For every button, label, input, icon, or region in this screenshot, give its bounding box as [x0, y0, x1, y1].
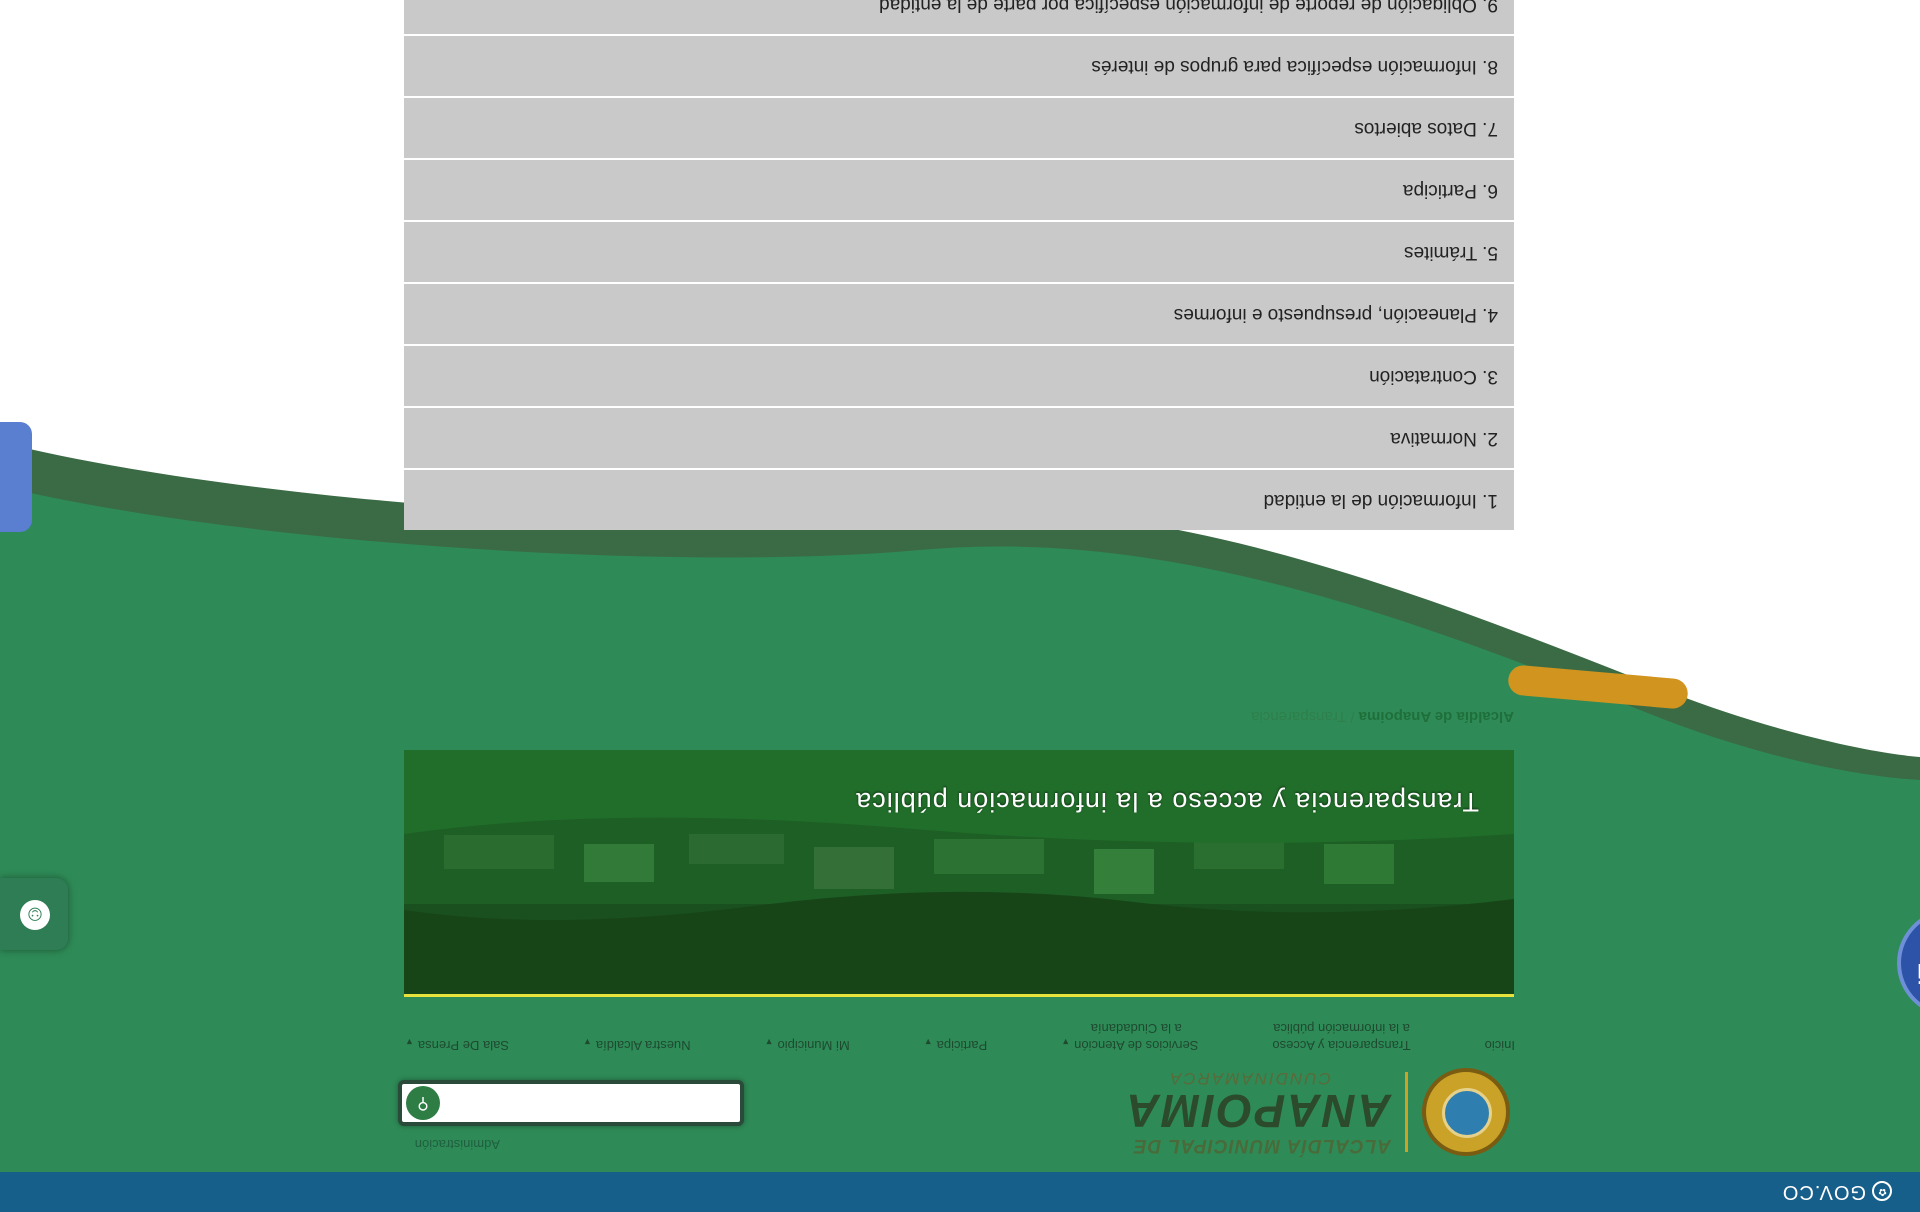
search-box[interactable]: ⚲ [398, 1080, 744, 1126]
caret-down-icon: ▼ [405, 1037, 414, 1047]
nav-item-label: Nuestra Alcaldía [595, 1038, 691, 1053]
gov-bar: ✿ GOV.CO [0, 1172, 1920, 1212]
breadcrumb-home-link[interactable]: Alcaldía de Anapoima [1359, 708, 1514, 725]
accordion-item[interactable]: 4. Planeación, presupuesto e informes [404, 282, 1514, 344]
nav-item-label: Inicio [1484, 1038, 1515, 1053]
accordion-item[interactable]: 9. Obligación de reporte de información … [404, 0, 1514, 34]
breadcrumb-current: Transparencia [1251, 708, 1347, 725]
caret-down-icon: ▼ [1061, 1037, 1071, 1047]
nav-item-label: Sala De Prensa [417, 1038, 509, 1053]
nav-item-mi-municipio[interactable]: Mi Municipio ▼ [765, 1033, 850, 1054]
accessibility-icon: ☺ [20, 900, 50, 930]
page: ✿ GOV.CO ALCALDÍA MUNICIPAL DE ANAPOIMA … [0, 0, 1920, 1212]
search-icon[interactable]: ⚲ [406, 1086, 440, 1120]
banner-title: Transparencia y acceso a la información … [855, 787, 1479, 817]
nav-item-nuestra-alcaldia[interactable]: Nuestra Alcaldía ▼ [583, 1033, 691, 1054]
caret-down-icon: ▼ [582, 1037, 592, 1047]
accordion-item[interactable]: 5. Trámites [404, 220, 1514, 282]
admin-link[interactable]: Administración [415, 1137, 500, 1152]
nav-item-label: Servicios de Atención a la Ciudadanía [1074, 1021, 1199, 1053]
gov-shield-icon: ✿ [1872, 1181, 1892, 1202]
govco-label: GOV.CO [1781, 1181, 1866, 1203]
side-tab[interactable] [0, 422, 32, 532]
caret-down-icon: ▼ [923, 1037, 933, 1047]
nav-item-inicio[interactable]: Inicio [1485, 1037, 1515, 1054]
logo-text: ALCALDÍA MUNICIPAL DE ANAPOIMA CUNDINAMA… [1125, 1068, 1391, 1156]
logo-line-2: ANAPOIMA [1124, 1085, 1391, 1137]
govco-logo[interactable]: ✿ GOV.CO [1782, 1180, 1892, 1203]
logo-line-1: ALCALDÍA MUNICIPAL DE [1132, 1135, 1391, 1156]
nav-item-participa[interactable]: Participa ▼ [924, 1033, 988, 1054]
nav-item-label: Mi Municipio [777, 1038, 850, 1053]
tramiapp-line-2: trámi [1901, 958, 1920, 989]
nav-item-label: Transparencia y Acceso a la información … [1272, 1021, 1411, 1053]
accordion-item[interactable]: 3. Contratación [404, 344, 1514, 406]
breadcrumb: Alcaldía de Anapoima / Transparencia [1251, 708, 1514, 725]
nav-item-servicios[interactable]: Servicios de Atención a la Ciudadanía ▼ [1061, 1020, 1198, 1054]
municipal-seal-icon [1422, 1068, 1510, 1156]
accessibility-button[interactable]: ☺ [0, 878, 68, 950]
accordion-item[interactable]: 6. Participa [404, 158, 1514, 220]
main-nav: Inicio Transparencia y Acceso a la infor… [405, 1020, 1515, 1054]
nav-item-transparencia[interactable]: Transparencia y Acceso a la información … [1272, 1020, 1410, 1054]
accordion-item[interactable]: 8. Información específica para grupos de… [404, 34, 1514, 96]
accordion-item[interactable]: 1. Información de la entidad [404, 468, 1514, 530]
accordion-item[interactable]: 7. Datos abiertos [404, 96, 1514, 158]
breadcrumb-separator: / [1346, 708, 1359, 725]
site-logo[interactable]: ALCALDÍA MUNICIPAL DE ANAPOIMA CUNDINAMA… [1125, 1068, 1510, 1156]
nav-item-sala-de-prensa[interactable]: Sala De Prensa ▼ [405, 1033, 509, 1054]
caret-down-icon: ▼ [764, 1037, 774, 1047]
logo-divider [1405, 1072, 1408, 1152]
nav-item-label: Participa [936, 1038, 988, 1053]
page-banner: Transparencia y acceso a la información … [404, 750, 1514, 997]
transparency-accordion: 1. Información de la entidad 2. Normativ… [404, 0, 1514, 530]
accordion-item[interactable]: 2. Normativa [404, 406, 1514, 468]
